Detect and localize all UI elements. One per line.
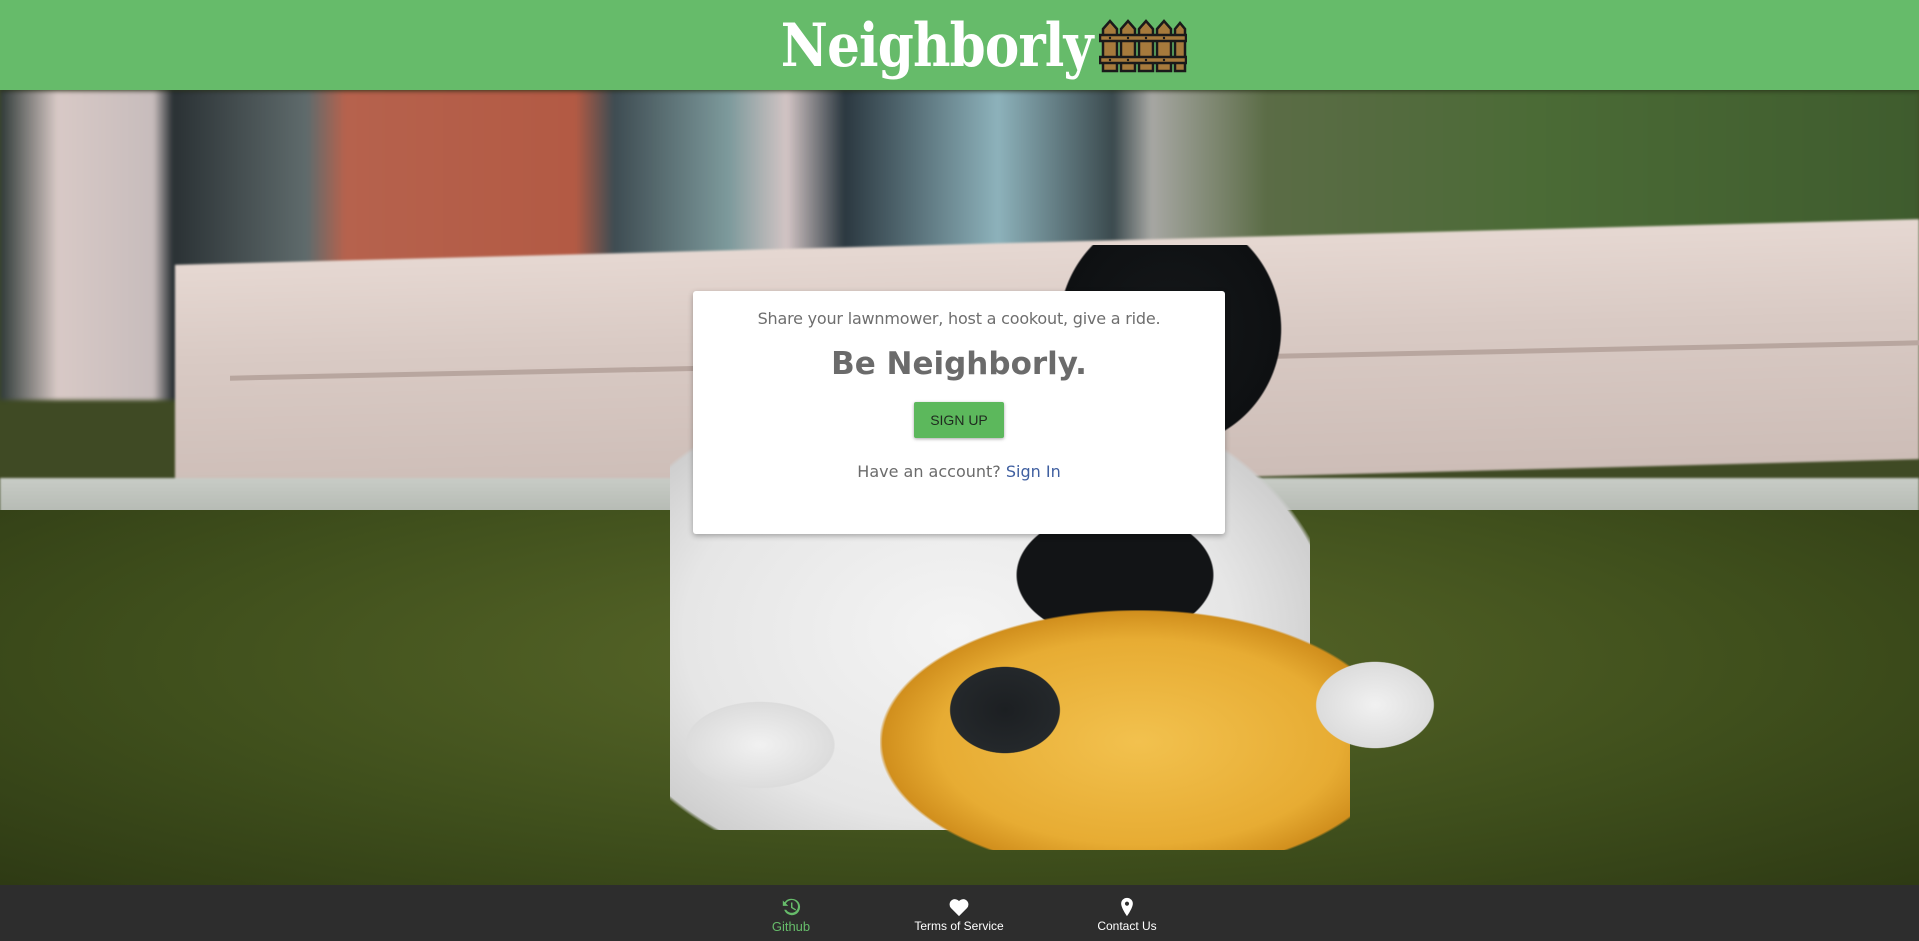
- headline: Be Neighborly.: [831, 346, 1087, 382]
- footer-item-contact[interactable]: Contact Us: [1067, 897, 1187, 933]
- footer-label-github: Github: [771, 919, 811, 934]
- map-pin-icon: [1121, 897, 1133, 917]
- signin-link[interactable]: Sign In: [1006, 462, 1061, 481]
- fence-icon: [1098, 19, 1187, 73]
- brand-logo[interactable]: Neighborly: [730, 14, 1187, 76]
- signin-row: Have an account? Sign In: [693, 462, 1225, 481]
- footer-item-terms[interactable]: Terms of Service: [899, 897, 1019, 933]
- signup-card: Share your lawnmower, host a cookout, gi…: [693, 291, 1225, 534]
- history-icon: [782, 898, 801, 916]
- brand-name: Neighborly: [780, 11, 1094, 81]
- heart-icon: [949, 899, 969, 917]
- footer-item-github[interactable]: Github: [731, 897, 851, 934]
- top-navbar: Neighborly: [0, 0, 1919, 90]
- footer-label-contact: Contact Us: [1097, 919, 1157, 933]
- dog-paw-left: [665, 690, 855, 800]
- signup-button[interactable]: SIGN UP: [914, 402, 1004, 438]
- footer-label-terms: Terms of Service: [914, 919, 1004, 933]
- dog-paw-right: [1300, 650, 1450, 760]
- dog-nose: [935, 655, 1075, 765]
- app: Neighborly Share your lawnmower, host a …: [0, 0, 1919, 941]
- signin-prompt: Have an account?: [857, 462, 1001, 481]
- tagline: Share your lawnmower, host a cookout, gi…: [757, 309, 1161, 328]
- bottom-navbar: Github Terms of Service Contact Us: [0, 885, 1919, 941]
